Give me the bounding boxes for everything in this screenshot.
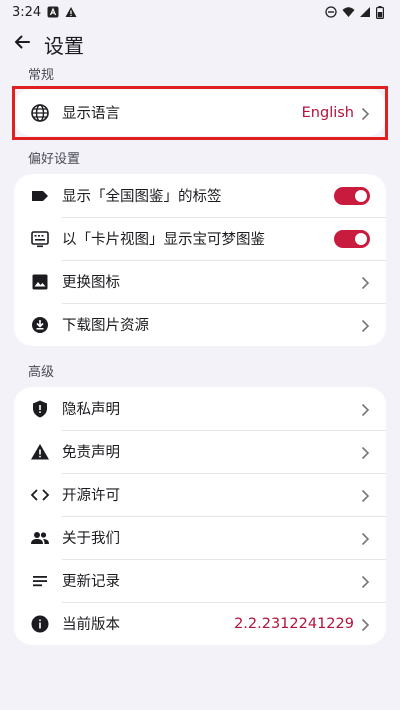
chevron-right-icon [360, 275, 370, 289]
notes-icon [30, 571, 50, 591]
back-button[interactable] [2, 24, 42, 64]
warning-icon [65, 6, 77, 18]
language-value: English [301, 104, 354, 121]
signal-icon [359, 6, 371, 18]
image-icon [30, 272, 50, 292]
card-view-toggle[interactable] [334, 229, 370, 248]
privacy-row[interactable]: 隐私声明 [14, 387, 386, 430]
arrow-back-icon [13, 33, 31, 55]
code-icon [30, 485, 50, 505]
chevron-right-icon [360, 531, 370, 545]
status-bar: 3:24 [0, 0, 400, 24]
general-card: 显示语言 English [14, 89, 386, 136]
wifi-icon [342, 6, 355, 18]
label-tag-icon [30, 186, 50, 206]
disclaimer-row[interactable]: 免责声明 [14, 430, 386, 473]
chevron-right-icon [360, 445, 370, 459]
globe-icon [30, 103, 50, 123]
changelog-label: 更新记录 [62, 574, 120, 590]
section-label-preferences: 偏好设置 [28, 152, 81, 167]
chevron-right-icon [360, 106, 370, 120]
section-label-advanced: 高级 [28, 365, 55, 380]
chevron-right-icon [360, 318, 370, 332]
language-row[interactable]: 显示语言 English [14, 89, 386, 136]
warning-icon [30, 442, 50, 462]
status-time: 3:24 [12, 4, 42, 20]
download-icon [30, 315, 50, 335]
info-icon [30, 614, 50, 634]
card-view-icon [30, 229, 50, 249]
card-view-row[interactable]: 以「卡片视图」显示宝可梦图鉴 [14, 217, 386, 260]
version-value: 2.2.2312241229 [234, 615, 354, 632]
page-title: 设置 [44, 33, 84, 58]
dnd-icon [325, 6, 337, 18]
chevron-right-icon [360, 488, 370, 502]
national-dex-tag-label: 显示「全国图鉴」的标签 [62, 189, 222, 205]
battery-icon [376, 6, 388, 20]
national-dex-tag-row[interactable]: 显示「全国图鉴」的标签 [14, 174, 386, 217]
download-images-label: 下载图片资源 [62, 318, 149, 334]
chevron-right-icon [360, 402, 370, 416]
chevron-right-icon [360, 617, 370, 631]
language-label: 显示语言 [62, 106, 120, 122]
version-row[interactable]: 当前版本 2.2.2312241229 [14, 602, 386, 645]
download-images-row[interactable]: 下载图片资源 [14, 303, 386, 346]
open-source-row[interactable]: 开源许可 [14, 473, 386, 516]
about-us-label: 关于我们 [62, 531, 120, 547]
card-view-label: 以「卡片视图」显示宝可梦图鉴 [62, 232, 265, 248]
changelog-row[interactable]: 更新记录 [14, 559, 386, 602]
change-icon-row[interactable]: 更换图标 [14, 260, 386, 303]
top-app-bar: 设置 [0, 24, 400, 64]
open-source-label: 开源许可 [62, 488, 120, 504]
advanced-card: 隐私声明 免责声明 开源许可 关于我们 更新记录 当前版本 2.2.231224… [14, 387, 386, 645]
chevron-right-icon [360, 574, 370, 588]
people-icon [30, 528, 50, 548]
shield-icon [30, 399, 50, 419]
version-label: 当前版本 [62, 617, 120, 633]
disclaimer-label: 免责声明 [62, 445, 120, 461]
privacy-label: 隐私声明 [62, 402, 120, 418]
national-dex-tag-toggle[interactable] [334, 186, 370, 205]
notification-a-icon [47, 6, 59, 18]
section-label-general: 常规 [28, 68, 55, 83]
preferences-card: 显示「全国图鉴」的标签 以「卡片视图」显示宝可梦图鉴 更换图标 下载图片资源 [14, 174, 386, 346]
change-icon-label: 更换图标 [62, 275, 120, 291]
about-us-row[interactable]: 关于我们 [14, 516, 386, 559]
